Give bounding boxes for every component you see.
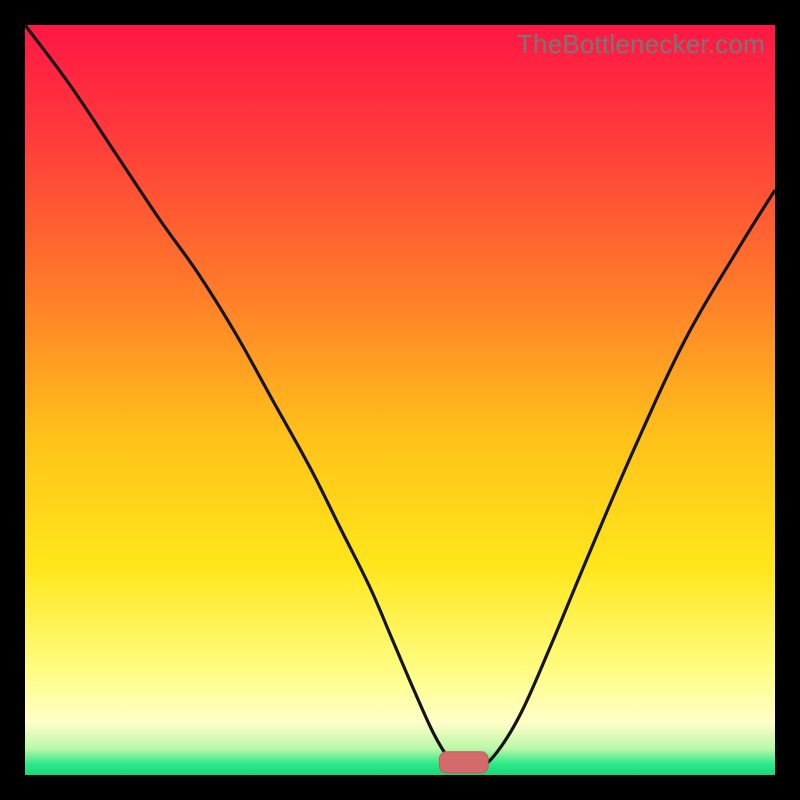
gradient-background — [25, 25, 775, 775]
bottleneck-plot — [25, 25, 775, 775]
watermark-text: TheBottlenecker.com — [517, 29, 765, 60]
chart-frame: TheBottlenecker.com — [25, 25, 775, 775]
optimal-marker — [439, 752, 488, 773]
